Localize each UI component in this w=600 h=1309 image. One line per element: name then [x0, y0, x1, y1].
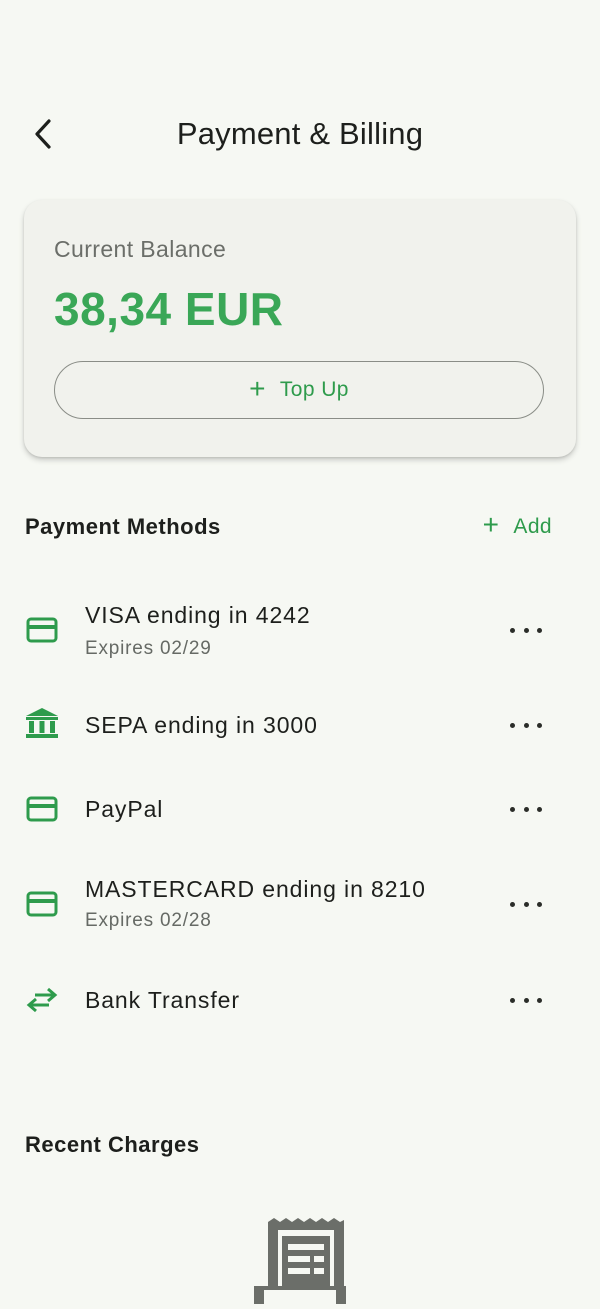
- page-title: Payment & Billing: [176, 116, 424, 151]
- plus-icon: +: [482, 509, 500, 540]
- balance-amount: 38,34 EUR: [54, 283, 284, 335]
- recent-charges-title: Recent Charges: [25, 1132, 200, 1157]
- credit-card-icon: [25, 617, 59, 643]
- method-title: VISA ending in 4242: [85, 602, 311, 628]
- more-options-button[interactable]: [510, 799, 542, 819]
- method-title: MASTERCARD ending in 8210: [85, 876, 426, 902]
- payment-method-row-paypal[interactable]: PayPal: [0, 784, 600, 834]
- payment-method-row-sepa[interactable]: SEPA ending in 3000: [0, 700, 600, 750]
- balance-card: Current Balance 38,34 EUR + Top Up: [24, 200, 576, 457]
- method-subtitle: Expires 02/28: [85, 910, 212, 931]
- more-options-button[interactable]: [510, 620, 542, 640]
- transfer-arrows-icon: [25, 987, 59, 1013]
- plus-icon: +: [249, 372, 266, 404]
- method-title: Bank Transfer: [85, 987, 240, 1013]
- top-app-bar: Payment & Billing: [0, 96, 600, 176]
- balance-label: Current Balance: [54, 236, 227, 262]
- add-label: Add: [513, 514, 552, 538]
- payment-method-row-mastercard[interactable]: MASTERCARD ending in 8210 Expires 02/28: [0, 864, 600, 944]
- method-subtitle: Expires 02/29: [85, 638, 212, 659]
- receipt-icon: [254, 1218, 346, 1304]
- credit-card-icon: [25, 891, 59, 917]
- method-title: SEPA ending in 3000: [85, 712, 318, 738]
- payment-method-row-visa[interactable]: VISA ending in 4242 Expires 02/29: [0, 590, 600, 670]
- payment-method-row-bank-transfer[interactable]: Bank Transfer: [0, 975, 600, 1025]
- more-options-button[interactable]: [510, 894, 542, 914]
- bank-icon: [25, 708, 59, 738]
- top-up-label: Top Up: [279, 378, 349, 401]
- credit-card-icon: [25, 796, 59, 822]
- more-options-button[interactable]: [510, 715, 542, 735]
- add-payment-method-button[interactable]: + Add: [482, 509, 552, 540]
- top-up-button[interactable]: + Top Up: [54, 361, 544, 419]
- method-title: PayPal: [85, 796, 164, 822]
- payment-methods-title: Payment Methods: [25, 514, 221, 539]
- more-options-button[interactable]: [510, 990, 542, 1010]
